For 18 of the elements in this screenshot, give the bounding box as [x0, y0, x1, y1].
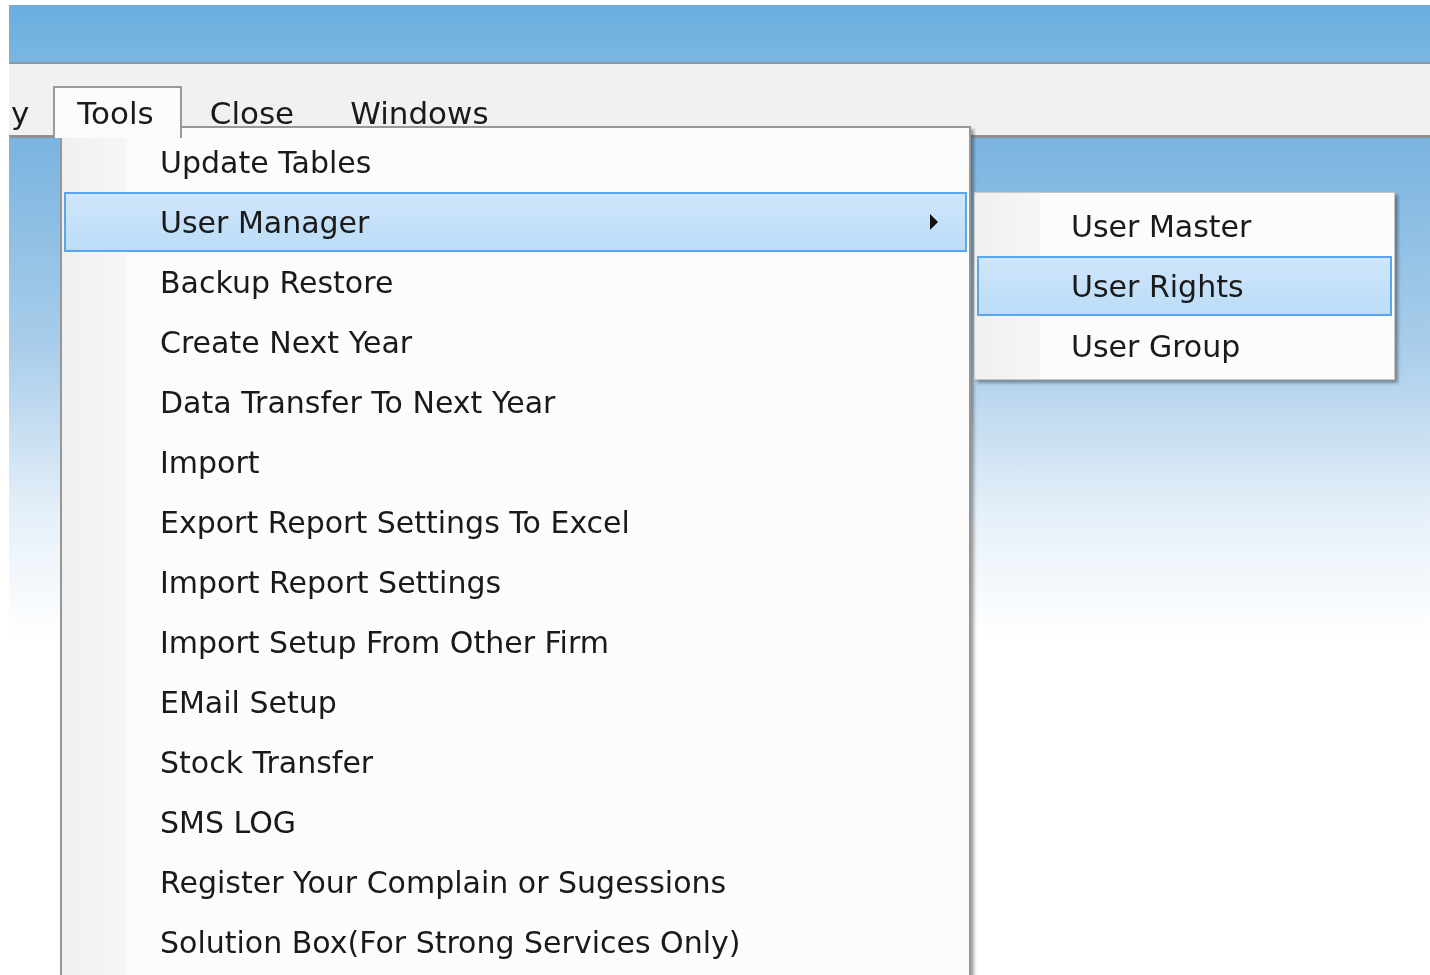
menu-item[interactable]: EMail Setup	[64, 672, 967, 732]
menu-item[interactable]: Solution Box(For Strong Services Only)	[64, 912, 967, 972]
menu-item[interactable]: User Group	[977, 316, 1392, 376]
menu-item[interactable]: Import Report Settings	[64, 552, 967, 612]
menu-item[interactable]: Create Next Year	[64, 312, 967, 372]
menu-item[interactable]: User Manager	[64, 192, 967, 252]
menu-item[interactable]: Data Transfer To Next Year	[64, 372, 967, 432]
menu-item[interactable]: User Master	[977, 196, 1392, 256]
menu-bar-item[interactable]: Tools	[53, 86, 182, 138]
menu-item[interactable]: Import	[64, 432, 967, 492]
menu-item[interactable]: Backup Restore	[64, 252, 967, 312]
menu-item[interactable]: User Rights	[977, 256, 1392, 316]
menu-item[interactable]: Import Setup From Other Firm	[64, 612, 967, 672]
menu-bar-item[interactable]: y	[9, 86, 54, 138]
menu-item[interactable]: Export Report Settings To Excel	[64, 492, 967, 552]
menu-item[interactable]: Stock Transfer	[64, 732, 967, 792]
menu-item[interactable]: SMS LOG	[64, 792, 967, 852]
menu-item[interactable]: Register Your Complain or Sugessions	[64, 852, 967, 912]
